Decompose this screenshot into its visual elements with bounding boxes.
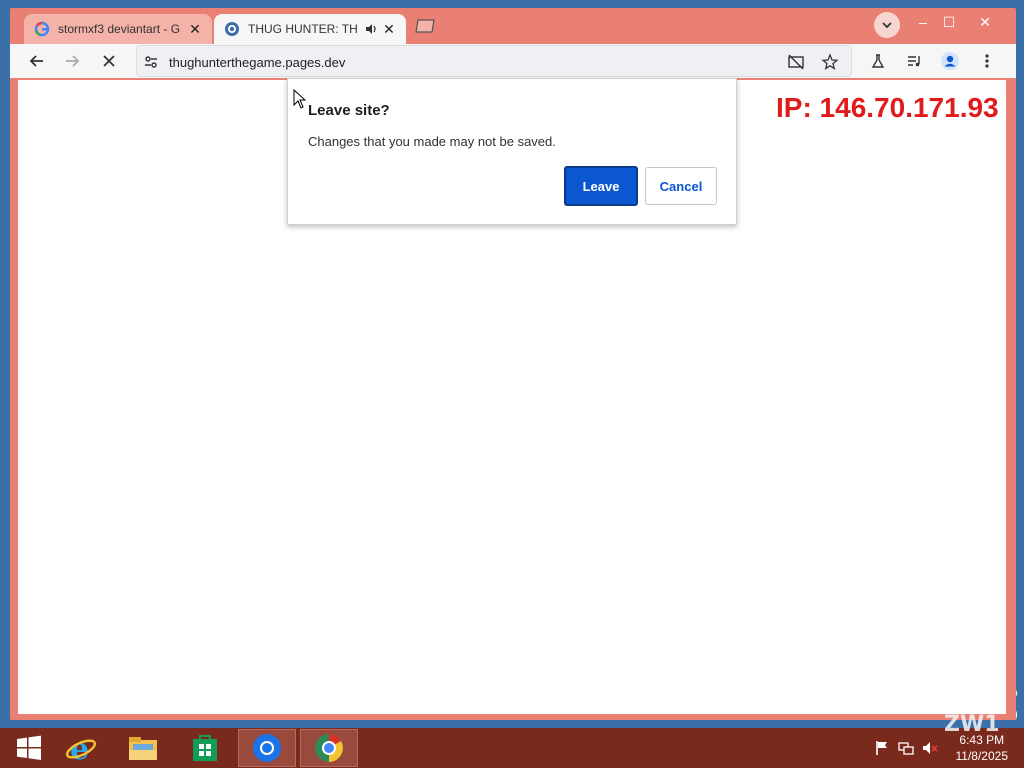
close-icon (103, 55, 115, 67)
camera-blocked-icon[interactable] (787, 53, 805, 71)
browser-toolbar: thughunterthegame.pages.dev (10, 44, 1016, 78)
url-text[interactable]: thughunterthegame.pages.dev (169, 55, 345, 70)
ip-address-text: IP: 146.70.171.93 (776, 92, 999, 123)
kebab-menu-icon (985, 54, 989, 68)
tab-strip: stormxf3 deviantart - G ✕ THUG HUNTER: T… (10, 8, 1016, 44)
close-tab-icon[interactable]: ✕ (382, 22, 396, 36)
forward-button[interactable] (59, 48, 85, 74)
music-queue-icon (908, 56, 920, 67)
arrow-left-icon (29, 55, 43, 67)
store-icon (193, 735, 217, 761)
tab-title: THUG HUNTER: TH (248, 22, 358, 36)
taskbar-store[interactable] (176, 729, 234, 767)
tab-title: stormxf3 deviantart - G (58, 22, 181, 36)
internet-explorer-icon: e (65, 732, 97, 764)
start-button[interactable] (0, 729, 58, 767)
taskbar-file-explorer[interactable] (114, 729, 172, 767)
maximize-button[interactable]: ☐ (932, 10, 966, 34)
address-bar[interactable]: thughunterthegame.pages.dev (136, 45, 852, 77)
file-explorer-icon (129, 737, 157, 760)
leave-button[interactable]: Leave (564, 166, 638, 206)
cancel-button[interactable]: Cancel (645, 167, 717, 205)
chevron-down-icon (882, 22, 892, 29)
menu-button[interactable] (976, 50, 998, 72)
star-icon[interactable] (821, 53, 839, 71)
taskbar: e 6:43 PM 11/8/2025 (0, 728, 1024, 768)
taskbar-internet-explorer[interactable]: e (52, 729, 110, 767)
new-tab-icon[interactable] (414, 18, 438, 34)
leave-site-dialog: Leave site? Changes that you made may no… (287, 78, 737, 225)
action-center-flag-icon[interactable] (874, 740, 890, 756)
tab-thug-hunter[interactable]: THUG HUNTER: TH ✕ (214, 14, 406, 44)
arrow-right-icon (66, 55, 80, 67)
clock-date: 11/8/2025 (955, 749, 1009, 763)
taskbar-chrome-2[interactable] (300, 729, 358, 767)
browser-window: stormxf3 deviantart - G ✕ THUG HUNTER: T… (10, 8, 1016, 720)
back-button[interactable] (24, 48, 50, 74)
windows-start-icon (17, 735, 41, 760)
watermark-text: ZW1 (944, 712, 1000, 737)
dialog-title: Leave site? (308, 102, 390, 119)
dialog-message: Changes that you made may not be saved. (308, 134, 556, 149)
stop-loading-button[interactable] (96, 48, 122, 74)
flask-icon (871, 54, 885, 68)
taskbar-chrome-1[interactable] (238, 729, 296, 767)
avatar-icon (941, 52, 959, 70)
volume-muted-icon[interactable] (922, 740, 938, 756)
close-window-button[interactable]: ✕ (968, 10, 1002, 34)
google-icon (34, 21, 50, 37)
media-control-button[interactable] (903, 50, 925, 72)
tab-stormxf3[interactable]: stormxf3 deviantart - G ✕ (24, 14, 212, 44)
close-tab-icon[interactable]: ✕ (188, 22, 202, 36)
site-settings-icon[interactable] (143, 54, 159, 70)
site-globe-icon (225, 22, 239, 36)
labs-button[interactable] (867, 50, 889, 72)
profile-button[interactable] (939, 50, 961, 72)
chrome-icon (253, 734, 281, 762)
chrome-icon (315, 734, 343, 762)
speaker-icon[interactable] (364, 22, 378, 36)
network-icon[interactable] (898, 740, 914, 756)
mouse-cursor-icon (293, 89, 307, 109)
tab-search-button[interactable] (874, 12, 900, 38)
